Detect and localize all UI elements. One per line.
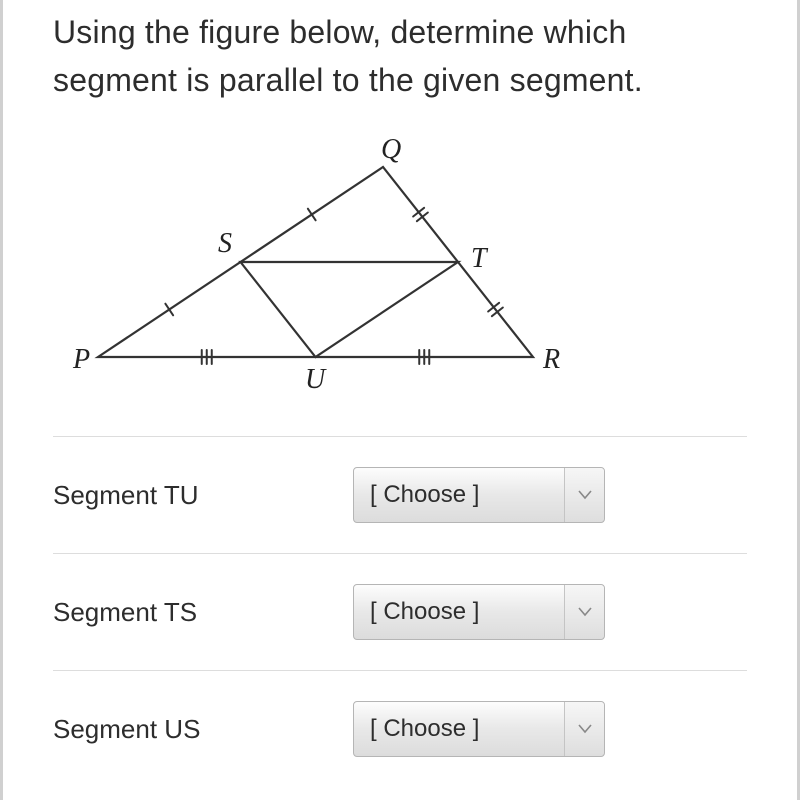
- chevron-down-icon: [564, 702, 604, 756]
- label-T: T: [471, 243, 489, 274]
- item-label: Segment TS: [53, 597, 313, 628]
- label-U: U: [305, 364, 327, 395]
- dropdown-placeholder: [ Choose ]: [354, 481, 564, 509]
- item-row-segment-ts: Segment TS [ Choose ]: [53, 553, 747, 670]
- dropdown-placeholder: [ Choose ]: [354, 715, 564, 743]
- choose-dropdown-ts[interactable]: [ Choose ]: [353, 584, 605, 640]
- item-row-segment-tu: Segment TU [ Choose ]: [53, 436, 747, 553]
- choose-dropdown-tu[interactable]: [ Choose ]: [353, 467, 605, 523]
- item-label: Segment TU: [53, 480, 313, 511]
- chevron-down-icon: [564, 585, 604, 639]
- question-prompt: Using the figure below, determine which …: [53, 0, 747, 132]
- dropdown-placeholder: [ Choose ]: [354, 598, 564, 626]
- label-P: P: [72, 344, 90, 375]
- item-label: Segment US: [53, 714, 313, 745]
- triangle-figure: P Q R S T U: [53, 132, 583, 412]
- label-Q: Q: [381, 134, 401, 165]
- chevron-down-icon: [564, 468, 604, 522]
- label-R: R: [542, 344, 560, 375]
- item-row-segment-us: Segment US [ Choose ]: [53, 670, 747, 757]
- choose-dropdown-us[interactable]: [ Choose ]: [353, 701, 605, 757]
- label-S: S: [218, 228, 232, 259]
- question-page: Using the figure below, determine which …: [0, 0, 800, 800]
